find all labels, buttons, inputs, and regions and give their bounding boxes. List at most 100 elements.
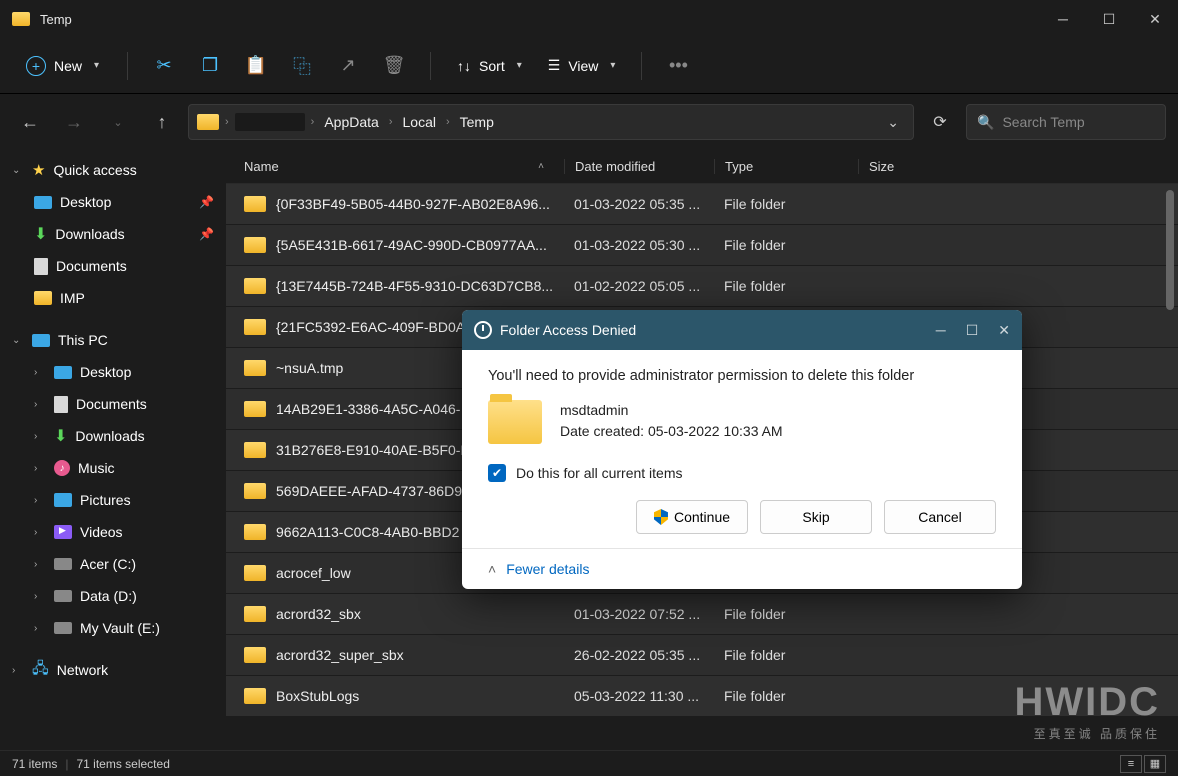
sort-icon: ↑↓ [457, 58, 471, 74]
status-count: 71 items [12, 757, 57, 771]
fewer-details-button[interactable]: ˄ Fewer details [462, 548, 1022, 589]
minimize-button[interactable]: ─ [1040, 0, 1086, 38]
view-icon: ☰ [548, 57, 561, 74]
thumbnail-view-button[interactable]: ▦ [1144, 755, 1166, 773]
folder-icon [488, 400, 542, 444]
sidebar-quick-access[interactable]: ⌄ ★ Quick access [0, 154, 226, 186]
sidebar-item[interactable]: ⬇ Downloads 📌 [0, 218, 226, 250]
dialog-minimize-button[interactable]: ─ [936, 322, 946, 339]
share-icon[interactable]: ↗ [328, 46, 368, 86]
recent-button[interactable]: ⌄ [100, 104, 136, 140]
view-button[interactable]: ☰ View ▾ [538, 51, 626, 80]
search-input[interactable]: 🔍 Search Temp [966, 104, 1166, 140]
plus-icon: + [26, 56, 46, 76]
file-date: 01-03-2022 07:52 ... [564, 606, 714, 622]
star-icon: ★ [32, 161, 45, 179]
chevron-down-icon: ▾ [94, 60, 99, 71]
chevron-down-icon: ⌄ [12, 335, 24, 346]
sidebar-item[interactable]: Documents [0, 250, 226, 282]
folder-icon [244, 360, 266, 376]
breadcrumb-item[interactable]: Local [399, 112, 440, 132]
sidebar-item[interactable]: Desktop 📌 [0, 186, 226, 218]
sidebar-item[interactable]: › Videos [0, 516, 226, 548]
new-button[interactable]: + New ▾ [14, 50, 111, 82]
pictures-icon [54, 493, 72, 507]
folder-icon [197, 114, 219, 130]
folder-icon [12, 12, 30, 26]
chevron-down-icon[interactable]: ⌄ [887, 114, 905, 131]
sidebar-item[interactable]: › My Vault (E:) [0, 612, 226, 644]
column-name[interactable]: Name ˄ [244, 159, 564, 174]
dialog-close-button[interactable]: ✕ [998, 322, 1010, 339]
back-button[interactable]: ← [12, 104, 48, 140]
maximize-button[interactable]: ☐ [1086, 0, 1132, 38]
statusbar: 71 items | 71 items selected ≡ ▦ [0, 750, 1178, 776]
sidebar-item-label: Data (D:) [80, 588, 137, 604]
search-icon: 🔍 [977, 114, 994, 131]
details-view-button[interactable]: ≡ [1120, 755, 1142, 773]
close-button[interactable]: ✕ [1132, 0, 1178, 38]
sidebar-item-label: Desktop [60, 194, 111, 210]
breadcrumb-item[interactable]: AppData [320, 112, 382, 132]
up-button[interactable]: ↑ [144, 104, 180, 140]
breadcrumb[interactable]: › › AppData › Local › Temp ⌄ [188, 104, 914, 140]
column-date[interactable]: Date modified [564, 159, 714, 174]
column-size[interactable]: Size [858, 159, 958, 174]
sidebar-network[interactable]: › 🖧 Network [0, 654, 226, 686]
sort-button[interactable]: ↑↓ Sort ▾ [447, 52, 532, 80]
breadcrumb-item[interactable]: Temp [456, 112, 498, 132]
sort-asc-icon: ˄ [538, 161, 544, 172]
file-date: 01-03-2022 05:35 ... [564, 196, 714, 212]
chevron-right-icon: › [12, 665, 24, 676]
file-row[interactable]: acrord32_sbx 01-03-2022 07:52 ... File f… [226, 594, 1178, 635]
new-label: New [54, 58, 82, 74]
navbar: ← → ⌄ ↑ › › AppData › Local › Temp ⌄ ⟳ 🔍… [0, 94, 1178, 150]
rename-icon[interactable]: ⿻ [282, 46, 322, 86]
more-icon[interactable]: ••• [658, 46, 698, 86]
sidebar-item[interactable]: IMP [0, 282, 226, 314]
sidebar-item-label: Downloads [55, 226, 124, 242]
file-row[interactable]: {5A5E431B-6617-49AC-990D-CB0977AA... 01-… [226, 225, 1178, 266]
cut-icon[interactable]: ✂ [144, 46, 184, 86]
sidebar-item[interactable]: › Data (D:) [0, 580, 226, 612]
sidebar-item[interactable]: › Desktop [0, 356, 226, 388]
paste-icon[interactable]: 📋 [236, 46, 276, 86]
folder-icon [244, 237, 266, 253]
videos-icon [54, 525, 72, 539]
sidebar-item[interactable]: › ⬇ Downloads [0, 420, 226, 452]
view-label: View [568, 58, 598, 74]
file-row[interactable]: acrord32_super_sbx 26-02-2022 05:35 ... … [226, 635, 1178, 676]
file-type: File folder [714, 647, 858, 663]
sidebar-this-pc[interactable]: ⌄ This PC [0, 324, 226, 356]
folder-icon [34, 291, 52, 305]
file-type: File folder [714, 688, 858, 704]
folder-icon [244, 196, 266, 212]
sidebar-item[interactable]: › Acer (C:) [0, 548, 226, 580]
chevron-right-icon: › [34, 367, 46, 378]
forward-button[interactable]: → [56, 104, 92, 140]
refresh-button[interactable]: ⟳ [922, 104, 958, 140]
chevron-down-icon: ▾ [517, 60, 522, 71]
view-toggle: ≡ ▦ [1120, 755, 1166, 773]
file-row[interactable]: {13E7445B-724B-4F55-9310-DC63D7CB8... 01… [226, 266, 1178, 307]
do-for-all-checkbox[interactable]: ✔ Do this for all current items [488, 464, 996, 482]
continue-button[interactable]: Continue [636, 500, 748, 534]
sidebar-item[interactable]: › Pictures [0, 484, 226, 516]
copy-icon[interactable]: ❐ [190, 46, 230, 86]
skip-button[interactable]: Skip [760, 500, 872, 534]
sidebar-item-label: Documents [76, 396, 147, 412]
chevron-right-icon: › [34, 399, 46, 410]
sidebar-label: Quick access [53, 162, 136, 178]
sidebar-item-label: Videos [80, 524, 123, 540]
delete-icon[interactable]: 🗑 [374, 46, 414, 86]
sidebar-item[interactable]: › Documents [0, 388, 226, 420]
folder-icon [244, 524, 266, 540]
file-row[interactable]: {0F33BF49-5B05-44B0-927F-AB02E8A96... 01… [226, 184, 1178, 225]
column-type[interactable]: Type [714, 159, 858, 174]
scrollbar[interactable] [1166, 190, 1174, 310]
dialog-maximize-button[interactable]: ☐ [966, 322, 979, 339]
cancel-button[interactable]: Cancel [884, 500, 996, 534]
file-row[interactable]: BoxStubLogs 05-03-2022 11:30 ... File fo… [226, 676, 1178, 717]
sidebar-item[interactable]: › ♪ Music [0, 452, 226, 484]
fewer-details-label: Fewer details [506, 561, 589, 577]
